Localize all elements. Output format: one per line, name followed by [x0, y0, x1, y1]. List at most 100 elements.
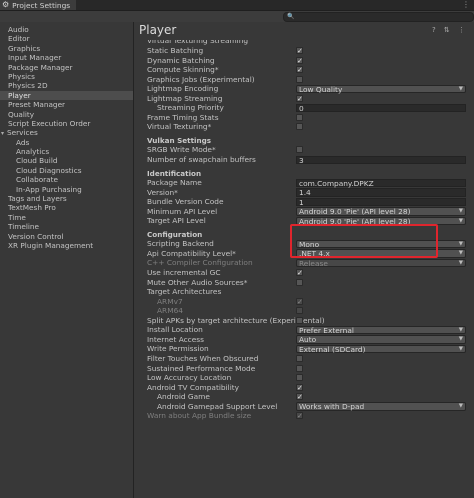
bundle-version-code-field[interactable]: 1 [296, 197, 466, 207]
split-apks-by-target-architecture-experimental-checkbox[interactable] [296, 316, 303, 324]
setting-label: Mute Other Audio Sources* [147, 277, 248, 287]
sidebar-item-ads[interactable]: Ads [0, 138, 133, 147]
kebab-menu-icon[interactable]: ⋮ [462, 0, 470, 9]
setting-row-arm64: ARM64 [134, 306, 464, 316]
filter-touches-when-obscured-checkbox[interactable] [296, 354, 303, 362]
sidebar-item-script-execution-order[interactable]: Script Execution Order [0, 119, 133, 128]
dropdown-arrow-icon: ▼ [458, 336, 463, 343]
sidebar-item-audio[interactable]: Audio [0, 25, 133, 34]
sidebar-item-label: Ads [16, 137, 30, 147]
sidebar-item-collaborate[interactable]: Collaborate [0, 175, 133, 184]
mute-other-audio-sources-checkbox[interactable] [296, 278, 303, 286]
sidebar-item-time[interactable]: Time [0, 213, 133, 222]
arm64-checkbox [296, 307, 303, 315]
sidebar-item-xr-plugin-management[interactable]: XR Plugin Management [0, 241, 133, 250]
setting-row-internet-access: Internet Access Auto ▼ [134, 334, 466, 345]
sidebar-item-textmesh-pro[interactable]: TextMesh Pro [0, 203, 133, 212]
setting-row-android-gamepad-support-level: Android Gamepad Support Level Works with … [134, 402, 466, 412]
dropdown-arrow-icon: ▼ [458, 250, 463, 257]
dropdown-value: Low Quality [299, 84, 343, 94]
sidebar-item-label: Timeline [8, 222, 40, 232]
sidebar-item-timeline[interactable]: Timeline [0, 222, 133, 231]
sidebar-item-quality[interactable]: Quality [0, 110, 133, 119]
setting-label: Low Accuracy Location [147, 373, 232, 383]
sidebar-item-input-manager[interactable]: Input Manager [0, 53, 133, 62]
setting-label: Internet Access [147, 334, 204, 344]
setting-row-target-api-level: Target API Level Android 9.0 'Pie' (API l… [134, 216, 466, 226]
sidebar-item-version-control[interactable]: Version Control [0, 232, 133, 241]
write-permission-dropdown[interactable]: External (SDCard) ▼ [296, 344, 466, 354]
setting-row-number-of-swapchain-buffers: Number of swapchain buffers 3 [134, 155, 466, 165]
version-field[interactable]: 1.4 [296, 188, 466, 197]
minimum-api-level-dropdown[interactable]: Android 9.0 'Pie' (API level 28) ▼ [296, 207, 466, 216]
number-of-swapchain-buffers-field[interactable]: 3 [296, 155, 466, 165]
srgb-write-mode-checkbox[interactable] [296, 146, 303, 154]
api-compatibility-level-dropdown[interactable]: .NET 4.x ▼ [296, 249, 466, 258]
graphics-jobs-experimental-checkbox[interactable] [296, 75, 303, 83]
install-location-dropdown[interactable]: Prefer External ▼ [296, 325, 466, 335]
sidebar-item-physics[interactable]: Physics [0, 72, 133, 81]
sidebar-item-graphics[interactable]: Graphics [0, 44, 133, 53]
search-input[interactable]: 🔍 [283, 12, 474, 22]
dropdown-value: Auto [299, 335, 317, 345]
sidebar-item-tags-and-layers[interactable]: Tags and Layers [0, 194, 133, 203]
setting-row-warn-about-app-bundle-size: Warn about App Bundle size ✓ [134, 411, 464, 421]
sidebar-item-cloud-build[interactable]: Cloud Build [0, 156, 133, 165]
lightmap-encoding-dropdown[interactable]: Low Quality ▼ [296, 84, 466, 94]
setting-label: Package Name [147, 178, 202, 188]
virtual-texturing-checkbox[interactable] [296, 123, 303, 131]
sidebar-item-physics-2d[interactable]: Physics 2D [0, 81, 133, 90]
header-icons[interactable]: ? ⇅ ⋮ [432, 26, 468, 34]
sidebar-item-analytics[interactable]: Analytics [0, 147, 133, 156]
android-game-checkbox[interactable]: ✓ [296, 393, 303, 401]
sidebar-item-label: Tags and Layers [8, 194, 67, 204]
static-batching-checkbox[interactable]: ✓ [296, 47, 303, 55]
package-name-field[interactable]: com.Company.DPKZ [296, 178, 466, 188]
sidebar-item-player[interactable]: Player [0, 90, 133, 101]
sidebar-item-cloud-diagnostics[interactable]: Cloud Diagnostics [0, 166, 133, 175]
setting-row-android-game: Android Game ✓ [134, 392, 464, 402]
use-incremental-gc-checkbox[interactable]: ✓ [296, 269, 303, 277]
setting-row-lightmap-encoding: Lightmap Encoding Low Quality ▼ [134, 84, 466, 94]
setting-row-filter-touches-when-obscured: Filter Touches When Obscured [134, 354, 464, 364]
dropdown-value: Mono [299, 239, 320, 249]
sidebar-item-label: Quality [8, 109, 35, 119]
sidebar-item-label: Graphics [8, 43, 41, 53]
sidebar-item-label: Collaborate [16, 175, 59, 185]
sidebar-item-package-manager[interactable]: Package Manager [0, 63, 133, 72]
setting-label: Write Permission [147, 344, 209, 354]
low-accuracy-location-checkbox[interactable] [296, 374, 303, 382]
setting-row-scripting-backend: Scripting Backend Mono ▼ [134, 239, 466, 249]
window-title: Project Settings [12, 0, 71, 10]
scripting-backend-dropdown[interactable]: Mono ▼ [296, 239, 466, 249]
setting-label: Target Architectures [147, 287, 222, 297]
dropdown-value: Android 9.0 'Pie' (API level 28) [299, 216, 411, 226]
setting-label: Android TV Compatibility [147, 382, 240, 392]
project-settings-tab[interactable]: ⚙ Project Settings [0, 0, 76, 10]
frame-timing-stats-checkbox[interactable] [296, 113, 303, 121]
lightmap-streaming-checkbox[interactable]: ✓ [296, 94, 303, 102]
target-api-level-dropdown[interactable]: Android 9.0 'Pie' (API level 28) ▼ [296, 216, 466, 226]
dropdown-arrow-icon: ▼ [458, 240, 463, 247]
sidebar-item-editor[interactable]: Editor [0, 34, 133, 43]
setting-label: Filter Touches When Obscured [147, 353, 259, 363]
checkmark-icon: ✓ [297, 412, 303, 421]
sidebar-item-preset-manager[interactable]: Preset Manager [0, 100, 133, 109]
sustained-performance-mode-checkbox[interactable] [296, 364, 303, 372]
android-gamepad-support-level-dropdown[interactable]: Works with D-pad ▼ [296, 402, 466, 411]
dynamic-batching-checkbox[interactable]: ✓ [296, 56, 303, 64]
streaming-priority-field[interactable]: 0 [296, 103, 466, 113]
internet-access-dropdown[interactable]: Auto ▼ [296, 335, 466, 344]
armv7-checkbox: ✓ [296, 297, 303, 305]
sidebar-item-label: Version Control [8, 231, 64, 241]
setting-label: Graphics Jobs (Experimental) [147, 74, 255, 84]
section-heading: Identification [147, 168, 202, 178]
sidebar-item-in-app-purchasing[interactable]: In-App Purchasing [0, 185, 133, 194]
sidebar-item-services[interactable]: ▾ Services [0, 128, 133, 137]
search-row: 🔍 [0, 11, 474, 22]
android-tv-compatibility-checkbox[interactable]: ✓ [296, 383, 303, 391]
section-heading: Vulkan Settings [147, 135, 212, 145]
sidebar-item-label: Preset Manager [8, 100, 66, 110]
compute-skinning-checkbox[interactable]: ✓ [296, 66, 303, 75]
checkmark-icon: ✓ [297, 66, 303, 75]
